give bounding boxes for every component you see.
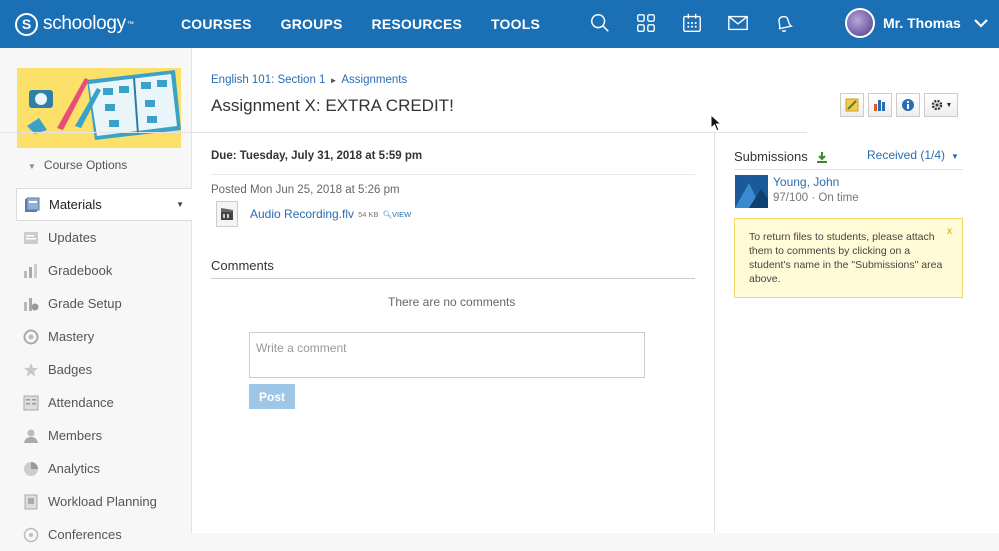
grade-edit-icon <box>845 98 859 112</box>
mouse-cursor-icon <box>710 114 722 132</box>
materials-icon <box>23 196 41 214</box>
nav-tools[interactable]: TOOLS <box>491 16 540 32</box>
apps-grid-icon[interactable] <box>634 8 658 38</box>
view-attachment-link[interactable]: 🔍︎VIEW <box>383 210 412 219</box>
posted-date: Posted Mon Jun 25, 2018 at 5:26 pm <box>211 184 400 196</box>
post-comment-button[interactable]: Post <box>249 384 295 409</box>
conferences-icon <box>22 526 40 544</box>
video-file-icon <box>216 201 238 227</box>
grade-edit-button[interactable] <box>840 93 864 117</box>
attachment-size: 54 KB <box>358 209 379 219</box>
breadcrumb-course-link[interactable]: English 101: Section 1 <box>211 74 325 86</box>
sidebar-item-mastery[interactable]: Mastery <box>16 320 192 353</box>
course-menu: Materials ▼ Updates Gradebook Grade Setu… <box>16 188 192 551</box>
received-filter-dropdown[interactable]: Received (1/4) ▼ <box>867 148 959 162</box>
close-icon[interactable]: x <box>947 225 952 239</box>
triangle-down-icon: ▼ <box>951 152 959 161</box>
settings-menu-button[interactable]: ▼ <box>924 93 958 117</box>
user-name: Mr. Thomas <box>883 15 961 31</box>
sidebar-item-badges[interactable]: Badges <box>16 353 192 386</box>
sidebar-item-updates[interactable]: Updates <box>16 221 192 254</box>
gear-icon <box>931 99 942 111</box>
assignment-content: English 101: Section 1 ► Assignments Assig… <box>192 48 714 533</box>
notice-text: To return files to students, please atta… <box>749 231 943 285</box>
sidebar-item-attendance[interactable]: Attendance <box>16 386 192 419</box>
student-score: 97/100 · On time <box>773 192 859 204</box>
attachment: Audio Recording.flv 54 KB 🔍︎VIEW <box>216 201 411 227</box>
schoology-logo[interactable]: S schoology ™ <box>15 12 165 36</box>
info-notice: x To return files to students, please at… <box>734 218 963 298</box>
workload-planning-icon <box>22 493 40 511</box>
due-date: Due: Tuesday, July 31, 2018 at 5:59 pm <box>211 150 423 162</box>
chevron-down-icon <box>974 19 988 28</box>
bar-chart-icon <box>874 100 885 111</box>
logo-text: schoology <box>43 13 126 34</box>
attendance-icon <box>22 394 40 412</box>
triangle-down-icon: ▼ <box>28 162 36 171</box>
no-comments-message: There are no comments <box>388 295 516 309</box>
avatar <box>845 8 875 38</box>
members-icon <box>22 427 40 445</box>
calendar-icon[interactable] <box>680 8 704 38</box>
comment-input[interactable]: Write a comment <box>249 332 645 378</box>
sidebar-item-workload-planning[interactable]: Workload Planning <box>16 485 192 518</box>
header-divider <box>0 132 807 133</box>
nav-courses[interactable]: COURSES <box>181 16 252 32</box>
gradebook-icon <box>22 262 40 280</box>
search-icon[interactable] <box>588 8 612 38</box>
submissions-heading: Submissions <box>734 149 828 164</box>
submission-list-item[interactable]: Young, John 97/100 · On time <box>735 175 859 208</box>
breadcrumb-assignments-link[interactable]: Assignments <box>341 74 407 86</box>
divider <box>211 174 695 175</box>
logo-mark: S <box>15 12 38 36</box>
updates-icon <box>22 229 40 247</box>
sidebar-item-analytics[interactable]: Analytics <box>16 452 192 485</box>
sidebar-item-members[interactable]: Members <box>16 419 192 452</box>
magnifier-icon: 🔍︎ <box>382 209 393 219</box>
triangle-down-icon: ▼ <box>945 101 953 109</box>
top-navigation-bar: S schoology ™ COURSES GROUPS RESOURCES TO… <box>0 0 999 48</box>
info-icon <box>902 99 914 111</box>
user-menu[interactable]: Mr. Thomas <box>845 8 989 38</box>
badges-icon <box>22 361 40 379</box>
triangle-down-icon: ▼ <box>176 200 184 209</box>
attachment-link[interactable]: Audio Recording.flv <box>250 207 354 221</box>
sidebar-item-grade-setup[interactable]: Grade Setup <box>16 287 192 320</box>
sidebar-item-conferences[interactable]: Conferences <box>16 518 192 551</box>
breadcrumb: English 101: Section 1 ► Assignments <box>211 74 407 86</box>
course-options-toggle[interactable]: ▼ Course Options <box>28 158 127 172</box>
info-button[interactable] <box>896 93 920 117</box>
page-title: Assignment X: EXTRA CREDIT! <box>211 96 454 115</box>
course-sidebar: ▼ Course Options Materials ▼ Updates Grad… <box>0 48 192 542</box>
statistics-button[interactable] <box>868 93 892 117</box>
mail-icon[interactable] <box>726 8 750 38</box>
submissions-panel: Submissions Received (1/4) ▼ Young, John … <box>714 133 999 533</box>
course-profile-image <box>17 68 181 148</box>
nav-icons <box>588 8 818 38</box>
notifications-bell-icon[interactable] <box>772 8 796 38</box>
sidebar-item-materials[interactable]: Materials ▼ <box>16 188 192 221</box>
breadcrumb-separator-icon: ► <box>329 76 338 85</box>
main-nav-links: COURSES GROUPS RESOURCES TOOLS <box>181 16 569 32</box>
nav-resources[interactable]: RESOURCES <box>372 16 462 32</box>
divider <box>211 278 695 279</box>
assignment-toolbar: ▼ <box>836 93 958 117</box>
divider <box>734 169 963 170</box>
mastery-icon <box>22 328 40 346</box>
student-name-link[interactable]: Young, John <box>773 175 859 189</box>
student-avatar <box>735 175 768 208</box>
sidebar-item-gradebook[interactable]: Gradebook <box>16 254 192 287</box>
analytics-icon <box>22 460 40 478</box>
comments-heading: Comments <box>211 258 274 273</box>
grade-setup-icon <box>22 295 40 313</box>
nav-groups[interactable]: GROUPS <box>281 16 343 32</box>
page-body: ▼ Course Options Materials ▼ Updates Grad… <box>0 48 999 542</box>
download-icon[interactable] <box>816 151 828 163</box>
